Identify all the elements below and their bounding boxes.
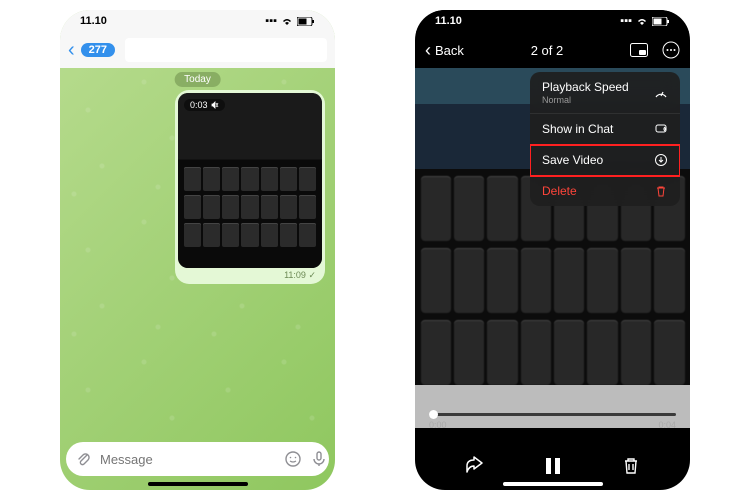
wifi-icon [281, 17, 293, 26]
video-duration-badge: 0:03 [184, 99, 225, 111]
goto-message-icon [654, 122, 668, 136]
more-icon[interactable] [662, 41, 680, 59]
video-thumbnail[interactable]: 0:03 [178, 93, 322, 268]
scrub-start-time: 0:00 [429, 420, 447, 430]
media-viewer-screen: 11.10 ▪▪▪ ‹ Back 2 of 2 [415, 10, 690, 490]
chat-header: ‹ 277 [60, 32, 335, 68]
status-time: 11.10 [435, 15, 462, 27]
menu-show-in-chat[interactable]: Show in Chat [530, 114, 680, 145]
microphone-icon[interactable] [310, 450, 328, 468]
wifi-icon [636, 17, 648, 26]
share-icon[interactable] [464, 456, 486, 476]
media-area[interactable]: Playback Speed Normal Show in Chat Save … [415, 68, 690, 428]
message-input[interactable] [100, 452, 276, 467]
status-time: 11.10 [80, 15, 107, 27]
mute-icon [211, 101, 219, 109]
media-counter: 2 of 2 [531, 43, 564, 58]
home-indicator[interactable] [148, 482, 248, 486]
download-icon [654, 153, 668, 167]
status-bar: 11.10 ▪▪▪ [60, 10, 335, 32]
attachment-icon[interactable] [74, 450, 92, 468]
signal-icon: ▪▪▪ [265, 15, 277, 27]
gauge-icon [654, 86, 668, 100]
date-separator: Today [174, 72, 221, 87]
chat-body[interactable]: Today 0:03 11:09 ✓ [60, 68, 335, 438]
menu-save-video[interactable]: Save Video [530, 145, 680, 176]
signal-icon: ▪▪▪ [620, 15, 632, 27]
menu-delete[interactable]: Delete [530, 176, 680, 206]
video-scrubber[interactable]: 0:00 0:04 [429, 413, 676, 430]
trash-button[interactable] [621, 456, 641, 476]
scrubber-thumb[interactable] [429, 410, 438, 419]
chevron-left-icon: ‹ [425, 40, 431, 61]
pip-icon[interactable] [630, 43, 648, 57]
battery-icon [297, 17, 315, 26]
telegram-chat-screen: 11.10 ▪▪▪ ‹ 277 Today [60, 10, 335, 490]
media-viewer-header: ‹ Back 2 of 2 [415, 32, 690, 68]
battery-icon [652, 17, 670, 26]
status-indicators: ▪▪▪ [265, 15, 315, 27]
back-chevron-icon[interactable]: ‹ [68, 39, 75, 62]
media-toolbar [415, 456, 690, 476]
trash-icon [654, 184, 668, 198]
unread-count-badge[interactable]: 277 [81, 43, 115, 57]
pause-button[interactable] [544, 456, 562, 476]
sticker-icon[interactable] [284, 450, 302, 468]
scrubber-track[interactable] [429, 413, 676, 416]
scrub-end-time: 0:04 [658, 420, 676, 430]
menu-playback-speed[interactable]: Playback Speed Normal [530, 72, 680, 114]
message-input-bar [66, 442, 329, 476]
outgoing-video-message[interactable]: 0:03 11:09 ✓ [175, 90, 325, 284]
status-bar: 11.10 ▪▪▪ [415, 10, 690, 32]
chat-title-placeholder [125, 38, 327, 62]
context-menu: Playback Speed Normal Show in Chat Save … [530, 72, 680, 206]
back-button[interactable]: ‹ Back [425, 40, 464, 61]
message-timestamp: 11:09 ✓ [178, 268, 322, 281]
back-label: Back [435, 43, 464, 58]
home-indicator[interactable] [503, 482, 603, 486]
status-indicators: ▪▪▪ [620, 15, 670, 27]
keyboard-image [178, 93, 322, 268]
